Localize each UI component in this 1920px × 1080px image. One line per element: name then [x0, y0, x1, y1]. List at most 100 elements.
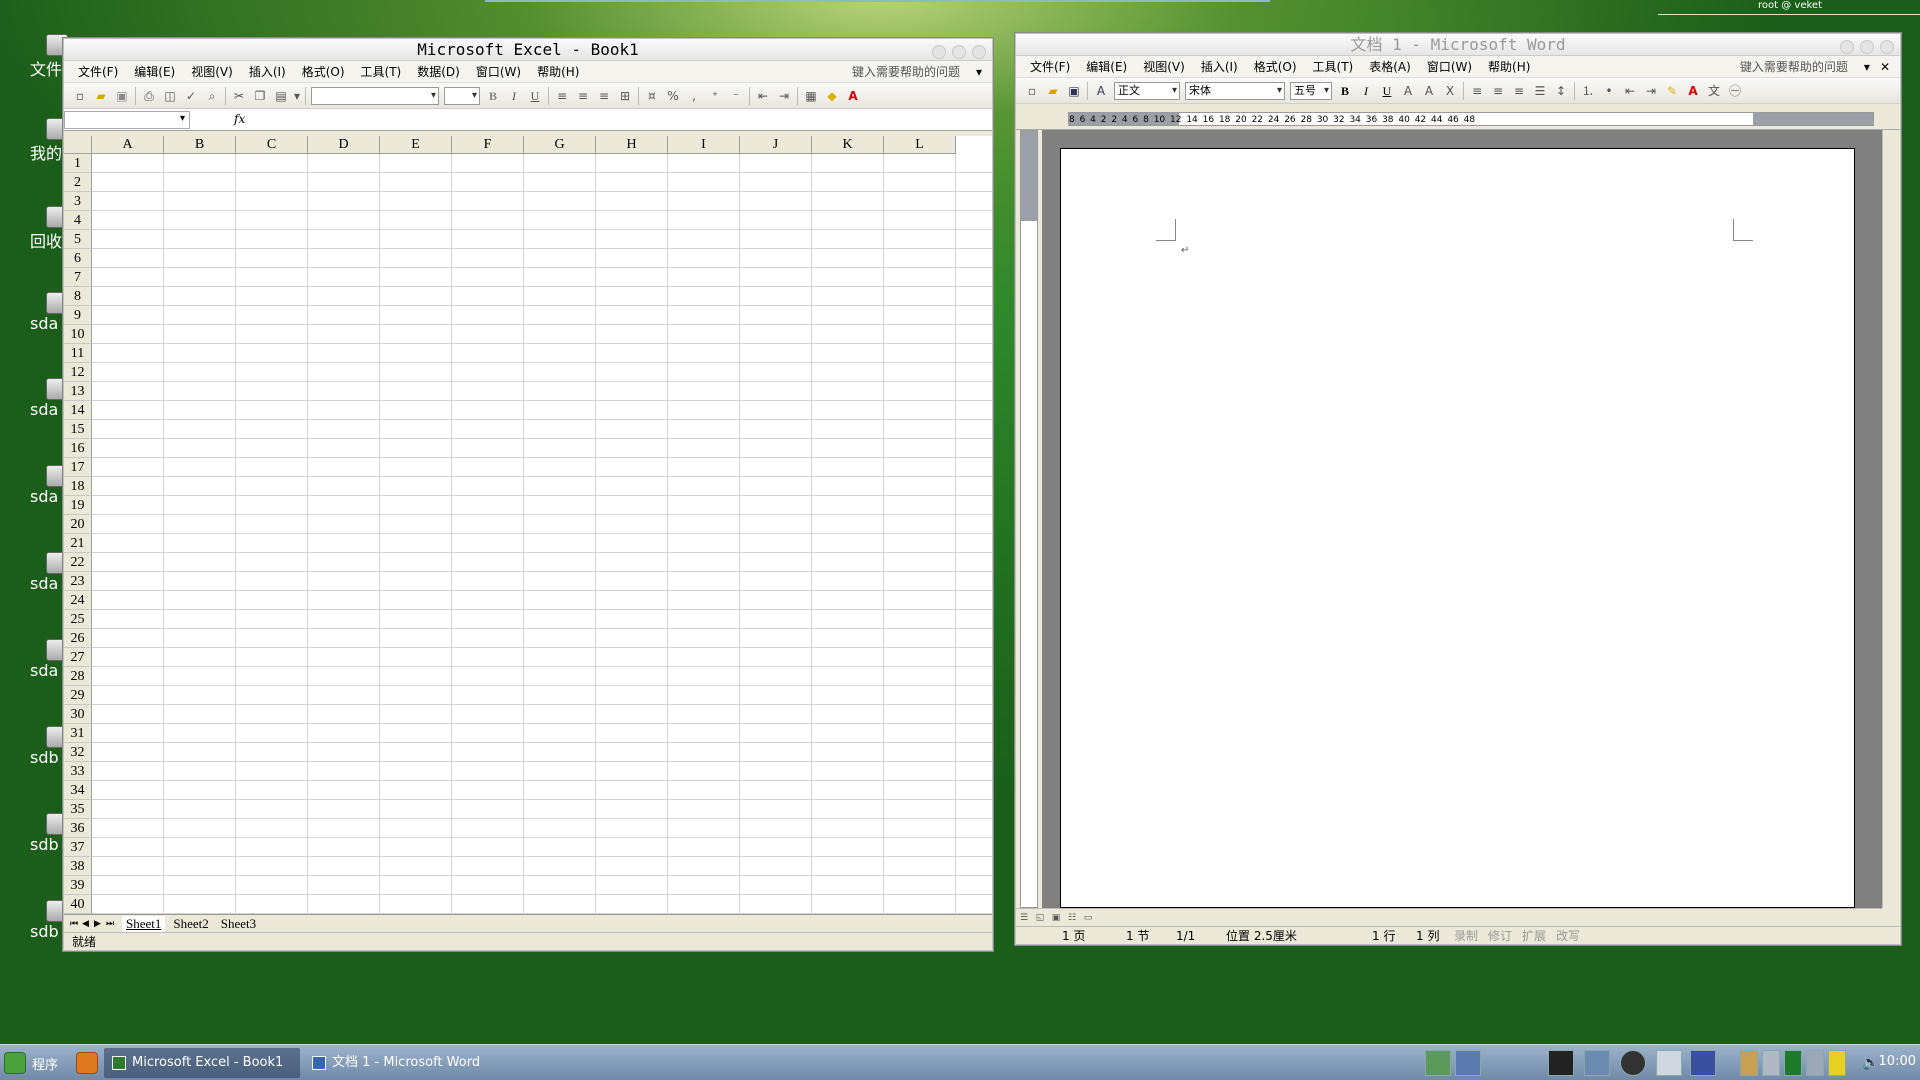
phonetic-icon[interactable]: 文 — [1706, 83, 1722, 99]
excel-titlebar[interactable]: Microsoft Excel - Book1 — [64, 39, 992, 61]
pen-icon[interactable] — [1806, 1050, 1824, 1076]
fill-color-icon[interactable]: ◆ — [824, 88, 840, 104]
column-header[interactable]: I — [668, 136, 740, 154]
row-header[interactable]: 15 — [64, 420, 92, 439]
menu-window[interactable]: 窗口(W) — [1427, 58, 1472, 75]
power-icon[interactable] — [1828, 1050, 1846, 1076]
column-header[interactable]: D — [308, 136, 380, 154]
next-sheet-icon[interactable]: ▶ — [94, 919, 106, 929]
chevron-down-icon[interactable]: ▾ — [294, 88, 300, 104]
decrease-indent-icon[interactable]: ⇤ — [755, 88, 771, 104]
column-header[interactable]: B — [164, 136, 236, 154]
reading-view-icon[interactable]: ▭ — [1080, 910, 1096, 926]
task-excel[interactable]: Microsoft Excel - Book1 — [104, 1048, 300, 1078]
menu-format[interactable]: 格式(O) — [302, 63, 345, 80]
line-spacing-icon[interactable]: ↕ — [1553, 83, 1569, 99]
column-header[interactable]: G — [524, 136, 596, 154]
row-header[interactable]: 10 — [64, 325, 92, 344]
help-search-input[interactable]: 键入需要帮助的问题 — [852, 65, 960, 79]
vertical-ruler[interactable] — [1020, 130, 1038, 908]
increase-indent-icon[interactable]: ⇥ — [1643, 83, 1659, 99]
menu-insert[interactable]: 插入(I) — [1201, 58, 1238, 75]
paste-icon[interactable]: ▤ — [273, 88, 289, 104]
row-header[interactable]: 29 — [64, 686, 92, 705]
menu-file[interactable]: 文件(F) — [78, 63, 118, 80]
volume-icon[interactable]: 🔈 — [1862, 1055, 1879, 1071]
font-size-combo[interactable]: 五号 — [1290, 81, 1332, 100]
open-icon[interactable]: ▰ — [1045, 83, 1061, 99]
row-header[interactable]: 9 — [64, 306, 92, 325]
research-icon[interactable]: ⌕ — [204, 88, 220, 104]
row-header[interactable]: 4 — [64, 211, 92, 230]
row-header[interactable]: 31 — [64, 724, 92, 743]
italic-icon[interactable]: I — [1358, 83, 1374, 99]
percent-icon[interactable]: % — [665, 88, 681, 104]
row-header[interactable]: 26 — [64, 629, 92, 648]
row-header[interactable]: 38 — [64, 857, 92, 876]
align-justify-icon[interactable]: ≡ — [1469, 83, 1485, 99]
row-header[interactable]: 17 — [64, 458, 92, 477]
status-rec[interactable]: 录制 — [1454, 927, 1478, 945]
spreadsheet-grid[interactable]: A B C D E F G H I J K L 1 2 3 4 5 6 7 8 9 10 11 12 13 14 15 16 17 18 1… — [64, 136, 992, 914]
column-header[interactable]: H — [596, 136, 668, 154]
tray-app-icon[interactable] — [1740, 1050, 1758, 1076]
minimize-button[interactable] — [1840, 40, 1854, 54]
font-color-icon[interactable]: A — [845, 88, 861, 104]
row-header[interactable]: 2 — [64, 173, 92, 192]
row-header[interactable]: 34 — [64, 781, 92, 800]
tab-sheet1[interactable]: Sheet1 — [122, 915, 166, 932]
row-header[interactable]: 11 — [64, 344, 92, 363]
font-name-combo[interactable] — [311, 86, 439, 105]
battery-icon[interactable] — [1784, 1050, 1802, 1076]
spreadsheet-launcher-icon[interactable] — [1425, 1050, 1451, 1076]
italic-icon[interactable]: I — [506, 88, 522, 104]
row-header[interactable]: 18 — [64, 477, 92, 496]
horizontal-ruler[interactable]: 8 6 4 2 2 4 6 8 10 12 14 16 18 20 22 24 … — [1016, 108, 1900, 130]
increase-indent-icon[interactable]: ⇥ — [776, 88, 792, 104]
copy-icon[interactable]: ❐ — [252, 88, 268, 104]
menu-help[interactable]: 帮助(H) — [537, 63, 579, 80]
chevron-down-icon[interactable]: ▾ — [1864, 60, 1870, 74]
column-header[interactable]: A — [92, 136, 164, 154]
styles-icon[interactable]: A — [1093, 83, 1109, 99]
menu-view[interactable]: 视图(V) — [1143, 58, 1185, 75]
align-right-icon[interactable]: ≡ — [596, 88, 612, 104]
highlight-icon[interactable]: ✎ — [1664, 83, 1680, 99]
row-header[interactable]: 22 — [64, 553, 92, 572]
status-ext[interactable]: 扩展 — [1522, 927, 1546, 945]
menu-edit[interactable]: 编辑(E) — [134, 63, 175, 80]
merge-center-icon[interactable]: ⊞ — [617, 88, 633, 104]
row-header[interactable]: 25 — [64, 610, 92, 629]
align-right-icon[interactable]: ≡ — [1511, 83, 1527, 99]
media-icon[interactable] — [1620, 1050, 1646, 1076]
chevron-down-icon[interactable]: ▾ — [976, 65, 982, 79]
terminal-icon[interactable] — [1548, 1050, 1574, 1076]
menu-view[interactable]: 视图(V) — [191, 63, 233, 80]
normal-view-icon[interactable]: ☰ — [1016, 910, 1032, 926]
numbering-icon[interactable]: ⒈ — [1580, 83, 1596, 99]
align-center-icon[interactable]: ≡ — [575, 88, 591, 104]
row-header[interactable]: 30 — [64, 705, 92, 724]
row-header[interactable]: 6 — [64, 249, 92, 268]
close-button[interactable] — [1880, 40, 1894, 54]
row-header[interactable]: 32 — [64, 743, 92, 762]
horizontal-scrollbar[interactable]: ☰ ◱ ▣ ☷ ▭ — [1016, 908, 1882, 926]
align-center-icon[interactable]: ≡ — [1490, 83, 1506, 99]
underline-icon[interactable]: U — [527, 88, 543, 104]
first-sheet-icon[interactable]: ⏮ — [70, 919, 82, 929]
prev-sheet-icon[interactable]: ◀ — [82, 919, 94, 929]
task-word[interactable]: 文档 1 - Microsoft Word — [304, 1048, 500, 1078]
row-header[interactable]: 19 — [64, 496, 92, 515]
row-header[interactable]: 27 — [64, 648, 92, 667]
status-ovr[interactable]: 改写 — [1556, 927, 1580, 945]
last-sheet-icon[interactable]: ⏭ — [106, 919, 118, 929]
help-search-input[interactable]: 键入需要帮助的问题 — [1740, 60, 1848, 74]
start-button[interactable]: 程序 — [4, 1051, 99, 1075]
row-header[interactable]: 14 — [64, 401, 92, 420]
new-icon[interactable]: ▫ — [1024, 83, 1040, 99]
row-header[interactable]: 39 — [64, 876, 92, 895]
decrease-indent-icon[interactable]: ⇤ — [1622, 83, 1638, 99]
document-page[interactable]: ↵ — [1060, 148, 1855, 908]
row-header[interactable]: 7 — [64, 268, 92, 287]
vertical-scrollbar[interactable] — [1882, 130, 1900, 908]
